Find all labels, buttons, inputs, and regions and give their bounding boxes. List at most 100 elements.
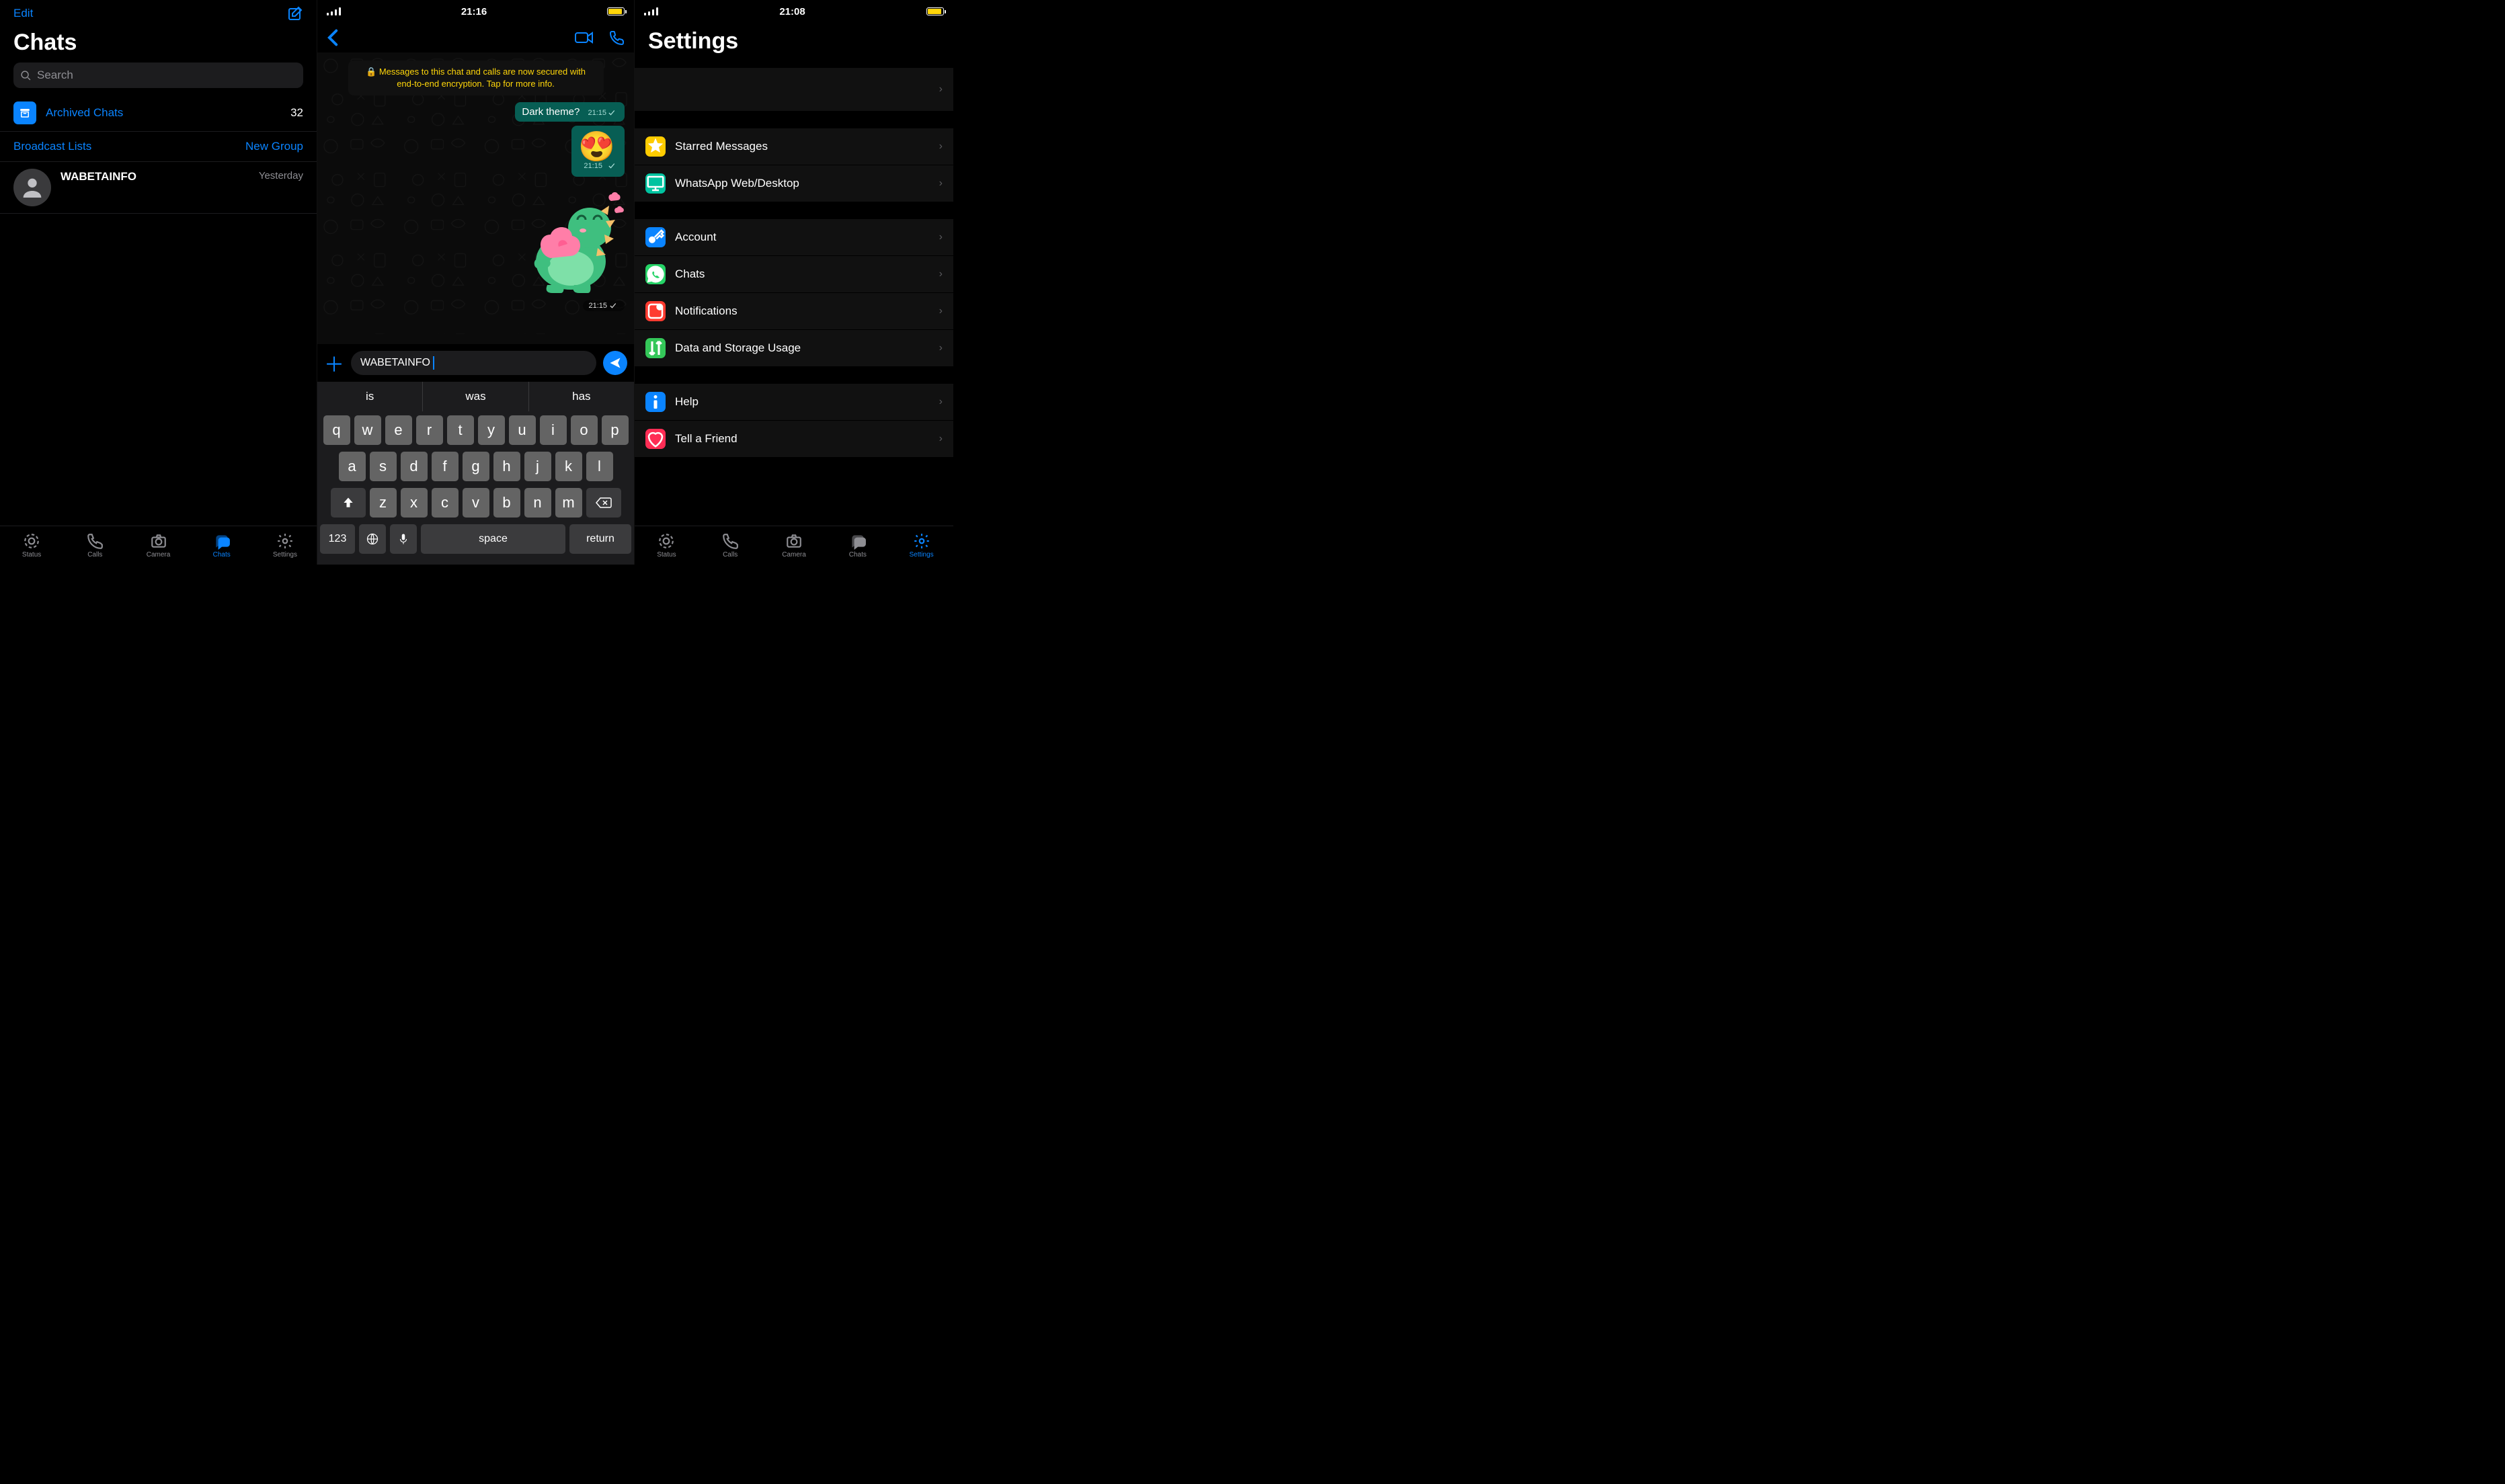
key-f[interactable]: f — [432, 452, 459, 481]
key-w[interactable]: w — [354, 415, 381, 445]
settings-row-starred-messages[interactable]: Starred Messages› — [635, 128, 953, 165]
key-d[interactable]: d — [401, 452, 428, 481]
message-input[interactable]: WABETAINFO — [351, 351, 596, 375]
settings-row-notifications[interactable]: Notifications› — [635, 293, 953, 330]
tab-status[interactable]: Status — [0, 526, 63, 565]
key-u[interactable]: u — [509, 415, 536, 445]
key-c[interactable]: c — [432, 488, 459, 518]
key-i[interactable]: i — [540, 415, 567, 445]
video-call-button[interactable] — [575, 31, 594, 44]
chat-body: 🔒 Messages to this chat and calls are no… — [317, 52, 634, 344]
status-bar: 21:08 — [635, 0, 953, 23]
message-sticker[interactable] — [510, 181, 625, 295]
key-x[interactable]: x — [401, 488, 428, 518]
archived-chats-row[interactable]: Archived Chats 32 — [0, 95, 317, 132]
status-icon — [658, 532, 675, 550]
tab-bar: StatusCalls Camera ChatsSettings — [635, 526, 953, 565]
return-key[interactable]: return — [569, 524, 631, 554]
back-button[interactable] — [327, 29, 339, 46]
voice-call-button[interactable] — [608, 30, 625, 46]
shift-key[interactable] — [331, 488, 366, 518]
settings-label: Help — [675, 395, 939, 409]
broadcast-lists-button[interactable]: Broadcast Lists — [13, 140, 91, 153]
key-t[interactable]: t — [447, 415, 474, 445]
attach-button[interactable]: ＋ — [324, 348, 344, 378]
key-g[interactable]: g — [463, 452, 489, 481]
tab-chats[interactable]: Chats — [826, 526, 889, 565]
chevron-right-icon: › — [939, 177, 943, 190]
key-h[interactable]: h — [493, 452, 520, 481]
key-l[interactable]: l — [586, 452, 613, 481]
search-input[interactable]: Search — [13, 63, 303, 88]
globe-key[interactable] — [359, 524, 386, 554]
chat-header — [317, 23, 634, 52]
bell-icon — [645, 301, 666, 321]
settings-row-data-and-storage-usage[interactable]: Data and Storage Usage› — [635, 330, 953, 366]
settings-row-tell-a-friend[interactable]: Tell a Friend› — [635, 421, 953, 457]
tab-label: Camera — [782, 551, 806, 559]
compose-icon[interactable] — [287, 5, 303, 22]
key-o[interactable]: o — [571, 415, 598, 445]
message-time: 21:15 — [584, 162, 618, 170]
key-k[interactable]: k — [555, 452, 582, 481]
status-bar: 21:16 — [317, 0, 634, 23]
tab-calls[interactable]: Calls — [63, 526, 126, 565]
tab-status[interactable]: Status — [635, 526, 699, 565]
mic-key[interactable] — [390, 524, 417, 554]
suggestion[interactable]: was — [423, 382, 528, 411]
status-time: 21:16 — [341, 6, 607, 17]
profile-row[interactable]: › — [635, 68, 953, 111]
settings-row-chats[interactable]: Chats› — [635, 256, 953, 293]
heart-eyes-emoji: 😍 — [578, 132, 618, 162]
encryption-text: Messages to this chat and calls are now … — [379, 67, 586, 89]
chat-row[interactable]: WABETAINFO Yesterday — [0, 162, 317, 214]
tab-camera[interactable]: Camera — [126, 526, 190, 565]
arrows-icon — [645, 338, 666, 358]
tab-chats[interactable]: Chats — [190, 526, 253, 565]
tab-settings[interactable]: Settings — [253, 526, 317, 565]
key-p[interactable]: p — [602, 415, 629, 445]
chat-name: WABETAINFO — [61, 170, 136, 183]
key-a[interactable]: a — [339, 452, 366, 481]
key-n[interactable]: n — [524, 488, 551, 518]
settings-label: Starred Messages — [675, 140, 939, 153]
new-group-button[interactable]: New Group — [245, 140, 303, 153]
send-button[interactable] — [603, 351, 627, 375]
key-b[interactable]: b — [493, 488, 520, 518]
edit-button[interactable]: Edit — [13, 7, 33, 20]
tab-camera[interactable]: Camera — [762, 526, 826, 565]
key-y[interactable]: y — [478, 415, 505, 445]
page-title: Chats — [0, 24, 317, 63]
key-r[interactable]: r — [416, 415, 443, 445]
key-q[interactable]: q — [323, 415, 350, 445]
search-placeholder: Search — [37, 69, 73, 82]
desktop-icon — [645, 173, 666, 194]
star-icon — [645, 136, 666, 157]
numbers-key[interactable]: 123 — [320, 524, 355, 554]
message-bubble-emoji[interactable]: 😍 21:15 — [571, 126, 625, 177]
settings-screen: 21:08 Settings › Starred Messages›WhatsA… — [635, 0, 953, 565]
settings-row-help[interactable]: Help› — [635, 384, 953, 421]
key-v[interactable]: v — [463, 488, 489, 518]
tab-calls[interactable]: Calls — [699, 526, 762, 565]
key-m[interactable]: m — [555, 488, 582, 518]
backspace-key[interactable] — [586, 488, 621, 518]
chat-meta: WABETAINFO Yesterday — [61, 169, 303, 206]
backspace-icon — [596, 497, 612, 509]
settings-row-whatsapp-web-desktop[interactable]: WhatsApp Web/Desktop› — [635, 165, 953, 202]
key-z[interactable]: z — [370, 488, 397, 518]
video-icon — [575, 31, 594, 44]
key-e[interactable]: e — [385, 415, 412, 445]
message-bubble[interactable]: Dark theme? 21:15 — [515, 102, 625, 122]
settings-row-account[interactable]: Account› — [635, 219, 953, 256]
tab-label: Status — [22, 551, 41, 559]
space-key[interactable]: space — [421, 524, 565, 554]
key-j[interactable]: j — [524, 452, 551, 481]
broadcast-newgroup-row: Broadcast Lists New Group — [0, 132, 317, 162]
chevron-right-icon: › — [939, 396, 943, 408]
tab-settings[interactable]: Settings — [889, 526, 953, 565]
suggestion[interactable]: has — [529, 382, 634, 411]
key-s[interactable]: s — [370, 452, 397, 481]
encryption-banner[interactable]: 🔒 Messages to this chat and calls are no… — [348, 60, 604, 95]
suggestion[interactable]: is — [317, 382, 423, 411]
